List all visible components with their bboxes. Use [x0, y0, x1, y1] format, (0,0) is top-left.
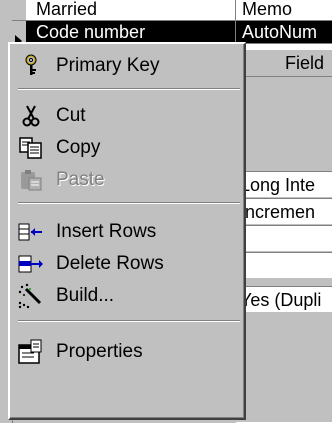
- delete-rows-icon: [16, 251, 46, 277]
- menu-separator: [18, 202, 240, 204]
- insert-rows-icon: [16, 219, 46, 245]
- menu-separator: [18, 320, 240, 322]
- table-row[interactable]: Married Memo: [26, 0, 332, 21]
- indexed-value[interactable]: Yes (Dupli: [236, 286, 332, 312]
- new-values-value[interactable]: Incremen: [236, 198, 332, 224]
- empty-property-value[interactable]: [236, 225, 332, 251]
- menu-item-label: Build...: [56, 285, 115, 306]
- context-menu: Primary Key Cut Copy Paste Insert Rows D…: [8, 42, 246, 420]
- properties-icon: [16, 339, 46, 365]
- empty-property-value-2[interactable]: [236, 252, 332, 278]
- menu-item-label: Properties: [56, 341, 143, 362]
- menu-item-copy[interactable]: Copy: [16, 132, 242, 164]
- menu-item-paste[interactable]: Paste: [16, 164, 242, 196]
- paste-icon: [16, 167, 46, 193]
- data-type-cell[interactable]: AutoNum: [236, 21, 332, 43]
- scissors-icon: [16, 103, 46, 129]
- menu-item-cut[interactable]: Cut: [16, 100, 242, 132]
- data-type-cell[interactable]: Memo: [236, 0, 332, 20]
- field-properties-tab[interactable]: Field: [236, 50, 332, 77]
- menu-item-delete-rows[interactable]: Delete Rows: [16, 248, 242, 280]
- menu-item-primary-key[interactable]: Primary Key: [16, 50, 242, 82]
- field-size-value[interactable]: Long Inte: [236, 171, 332, 197]
- menu-item-label: Paste: [56, 169, 105, 190]
- menu-item-build[interactable]: Build...: [16, 280, 242, 312]
- menu-item-label: Copy: [56, 137, 101, 158]
- row-selector[interactable]: [12, 0, 27, 21]
- field-name-cell[interactable]: Married: [26, 0, 236, 20]
- menu-item-insert-rows[interactable]: Insert Rows: [16, 216, 242, 248]
- table-row-selected[interactable]: Code number AutoNum: [26, 21, 332, 44]
- menu-item-label: Primary Key: [56, 55, 160, 76]
- copy-icon: [16, 135, 46, 161]
- menu-separator: [18, 88, 240, 90]
- menu-item-label: Delete Rows: [56, 253, 164, 274]
- menu-item-properties[interactable]: Properties: [16, 336, 242, 368]
- field-name-cell[interactable]: Code number: [26, 21, 236, 43]
- key-icon: [16, 53, 46, 79]
- build-wand-icon: [16, 283, 46, 309]
- menu-item-label: Cut: [56, 105, 86, 126]
- menu-item-label: Insert Rows: [56, 221, 157, 242]
